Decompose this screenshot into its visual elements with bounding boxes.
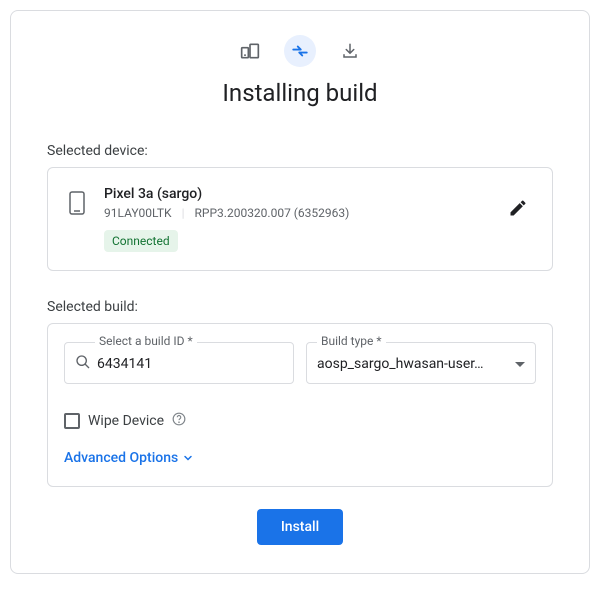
device-info: Pixel 3a (sargo) 91LAY00LTK | RPP3.20032… bbox=[104, 186, 486, 252]
advanced-options-toggle[interactable]: Advanced Options bbox=[64, 450, 194, 466]
meta-divider: | bbox=[182, 206, 185, 220]
chevron-down-icon bbox=[182, 452, 194, 464]
device-serial: 91LAY00LTK bbox=[104, 206, 172, 220]
build-id-label: Select a build ID * bbox=[95, 334, 197, 348]
device-build-info: RPP3.200320.007 (6352963) bbox=[195, 206, 350, 220]
transfer-step-icon bbox=[284, 35, 316, 67]
build-type-field[interactable]: Build type * aosp_sargo_hwasan-user… bbox=[306, 342, 536, 384]
device-name: Pixel 3a (sargo) bbox=[104, 186, 486, 202]
selected-build-label: Selected build: bbox=[47, 299, 553, 315]
page-title: Installing build bbox=[47, 79, 553, 107]
device-card: Pixel 3a (sargo) 91LAY00LTK | RPP3.20032… bbox=[47, 167, 553, 271]
search-icon bbox=[75, 354, 91, 374]
build-fields-row: Select a build ID * Build type * aosp_sa… bbox=[64, 342, 536, 384]
build-type-value: aosp_sargo_hwasan-user… bbox=[317, 356, 515, 372]
install-button-row: Install bbox=[47, 509, 553, 545]
status-badge: Connected bbox=[104, 230, 178, 252]
wipe-device-label: Wipe Device bbox=[88, 413, 164, 429]
build-id-field[interactable]: Select a build ID * bbox=[64, 342, 294, 384]
install-button[interactable]: Install bbox=[257, 509, 343, 545]
device-meta: 91LAY00LTK | RPP3.200320.007 (6352963) bbox=[104, 206, 486, 220]
build-card: Select a build ID * Build type * aosp_sa… bbox=[47, 323, 553, 487]
device-step-icon bbox=[234, 35, 266, 67]
download-step-icon bbox=[334, 35, 366, 67]
edit-device-button[interactable] bbox=[504, 194, 532, 226]
wipe-device-checkbox[interactable] bbox=[64, 413, 80, 429]
install-build-card: Installing build Selected device: Pixel … bbox=[10, 10, 590, 574]
build-id-input[interactable] bbox=[97, 356, 283, 372]
help-icon[interactable] bbox=[172, 412, 186, 430]
chevron-down-icon bbox=[515, 356, 525, 372]
pencil-icon bbox=[508, 198, 528, 218]
wipe-device-row: Wipe Device bbox=[64, 412, 536, 430]
step-icons-row bbox=[47, 35, 553, 67]
build-type-label: Build type * bbox=[317, 334, 386, 348]
advanced-options-label: Advanced Options bbox=[64, 450, 178, 466]
selected-device-label: Selected device: bbox=[47, 143, 553, 159]
phone-icon bbox=[68, 190, 86, 220]
